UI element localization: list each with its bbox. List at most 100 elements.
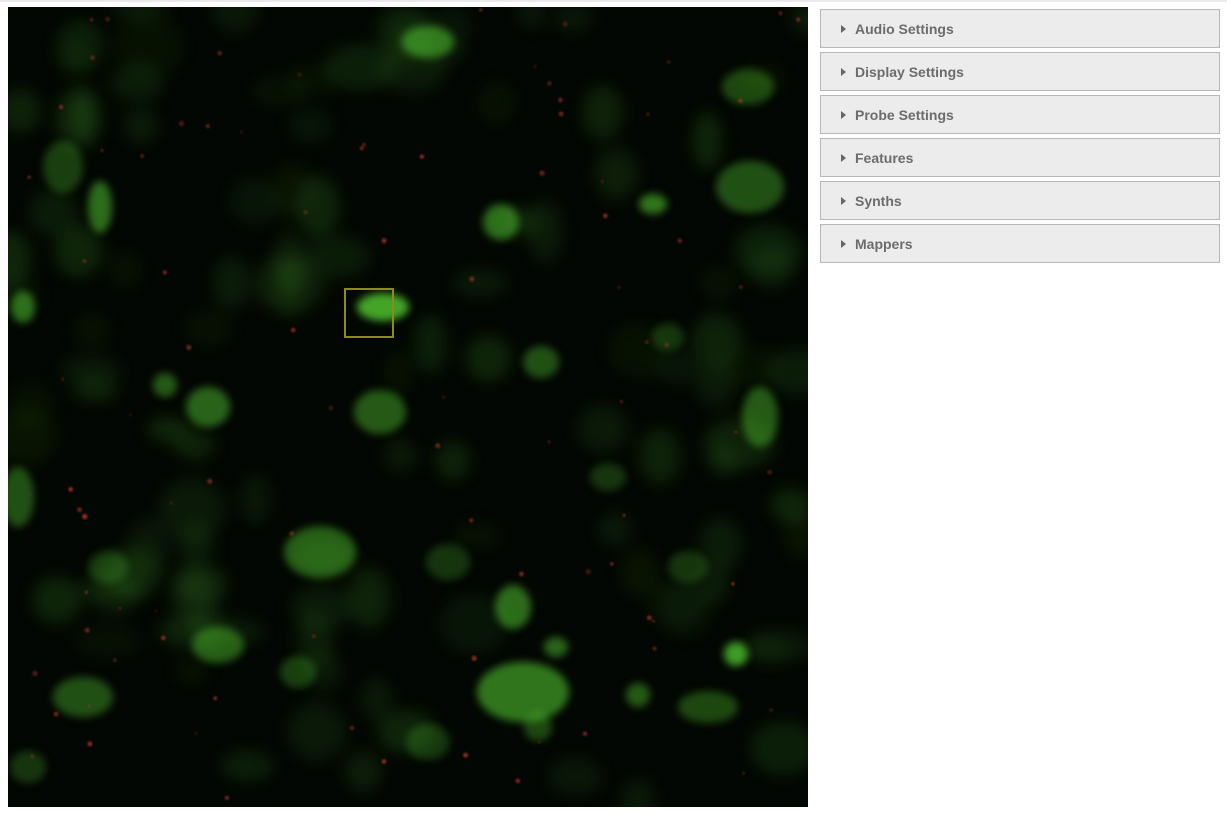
- red-punctum: [381, 238, 387, 244]
- dim-cell: [212, 256, 251, 310]
- red-punctum: [463, 752, 468, 758]
- red-punctum: [796, 17, 800, 22]
- red-punctum: [435, 443, 441, 449]
- red-punctum: [154, 609, 157, 612]
- section-label: Mappers: [855, 235, 913, 252]
- red-punctum: [601, 180, 604, 183]
- audio-settings-section[interactable]: Audio Settings: [820, 9, 1220, 48]
- red-punctum: [207, 478, 213, 484]
- red-punctum: [469, 276, 475, 282]
- red-punctum: [471, 655, 477, 661]
- dim-cell: [707, 446, 740, 478]
- dim-cell: [174, 658, 210, 685]
- red-punctum: [769, 708, 773, 712]
- red-punctum: [84, 627, 90, 633]
- red-punctum: [585, 569, 591, 575]
- fluorescent-cell: [477, 662, 569, 722]
- red-punctum: [140, 154, 144, 158]
- fluorescent-cell: [724, 642, 748, 666]
- red-punctum: [667, 60, 671, 64]
- probe-settings-section[interactable]: Probe Settings: [820, 95, 1220, 134]
- dim-cell: [383, 349, 412, 399]
- dim-cell: [647, 580, 706, 629]
- red-punctum: [225, 796, 229, 800]
- dim-cell: [219, 751, 275, 781]
- fluorescent-cell: [11, 291, 35, 323]
- section-label: Probe Settings: [855, 106, 954, 123]
- dim-cell: [172, 565, 228, 605]
- fluorescent-cell: [716, 161, 784, 213]
- caret-right-icon: [841, 239, 846, 248]
- red-punctum: [738, 98, 743, 103]
- fluorescent-cell: [153, 373, 177, 397]
- red-punctum: [519, 571, 524, 577]
- red-punctum: [778, 11, 783, 15]
- red-punctum: [622, 513, 626, 517]
- dim-cell: [73, 311, 111, 351]
- red-punctum: [169, 502, 173, 505]
- red-punctum: [767, 469, 772, 475]
- fluorescent-cell: [280, 656, 316, 688]
- red-punctum: [583, 731, 587, 736]
- red-punctum: [297, 72, 302, 77]
- fluorescent-cell: [524, 713, 552, 741]
- dim-cell: [345, 751, 382, 792]
- fluorescent-cell: [668, 551, 708, 583]
- red-punctum: [603, 213, 608, 219]
- dim-cell: [240, 474, 272, 524]
- dim-cell: [598, 512, 633, 546]
- dim-cell: [582, 85, 623, 140]
- red-punctum: [362, 143, 366, 147]
- dim-cell: [306, 235, 370, 279]
- red-punctum: [61, 378, 64, 381]
- red-punctum: [53, 712, 59, 717]
- dim-cell: [693, 111, 722, 170]
- red-punctum: [350, 726, 354, 730]
- fluorescent-cell: [354, 390, 406, 434]
- red-punctum: [360, 146, 364, 151]
- red-punctum: [312, 634, 316, 638]
- red-punctum: [129, 413, 132, 416]
- fluorescent-cell: [284, 526, 356, 578]
- red-punctum: [87, 704, 91, 708]
- red-punctum: [206, 124, 210, 128]
- red-punctum: [291, 327, 296, 333]
- fluorescent-cell: [402, 26, 454, 58]
- dim-cell: [109, 251, 143, 289]
- red-punctum: [100, 148, 104, 152]
- fluorescent-cell: [43, 141, 83, 193]
- mappers-section[interactable]: Mappers: [820, 224, 1220, 263]
- dim-cell: [594, 147, 638, 201]
- dim-cell: [8, 381, 55, 428]
- dim-cell: [32, 577, 81, 624]
- features-section[interactable]: Features: [820, 138, 1220, 177]
- settings-panel: Audio Settings Display Settings Probe Se…: [820, 9, 1220, 267]
- fluorescent-cell: [53, 677, 113, 717]
- red-punctum: [515, 778, 520, 784]
- red-punctum: [646, 113, 650, 116]
- synths-section[interactable]: Synths: [820, 181, 1220, 220]
- red-punctum: [112, 658, 117, 663]
- fluorescent-cell: [590, 463, 626, 491]
- section-label: Synths: [855, 192, 902, 209]
- fluorescent-cell: [639, 194, 667, 214]
- dim-cell: [123, 108, 159, 144]
- display-settings-section[interactable]: Display Settings: [820, 52, 1220, 91]
- caret-right-icon: [841, 67, 846, 76]
- red-punctum: [328, 406, 333, 410]
- fluorescent-cell: [483, 204, 519, 240]
- microscopy-image-viewer[interactable]: [8, 7, 808, 807]
- red-punctum: [85, 590, 88, 594]
- fluorescent-cell: [186, 387, 230, 427]
- dim-cell: [413, 314, 448, 375]
- red-punctum: [739, 285, 743, 289]
- dim-cell: [250, 75, 310, 107]
- red-punctum: [32, 670, 38, 677]
- dim-cell: [477, 80, 517, 124]
- fluorescent-cell: [544, 637, 568, 657]
- dim-cell: [547, 757, 603, 795]
- red-punctum: [27, 175, 31, 179]
- dim-cell: [127, 518, 169, 575]
- probe-selection-box[interactable]: [344, 288, 394, 338]
- dim-cell: [714, 346, 781, 388]
